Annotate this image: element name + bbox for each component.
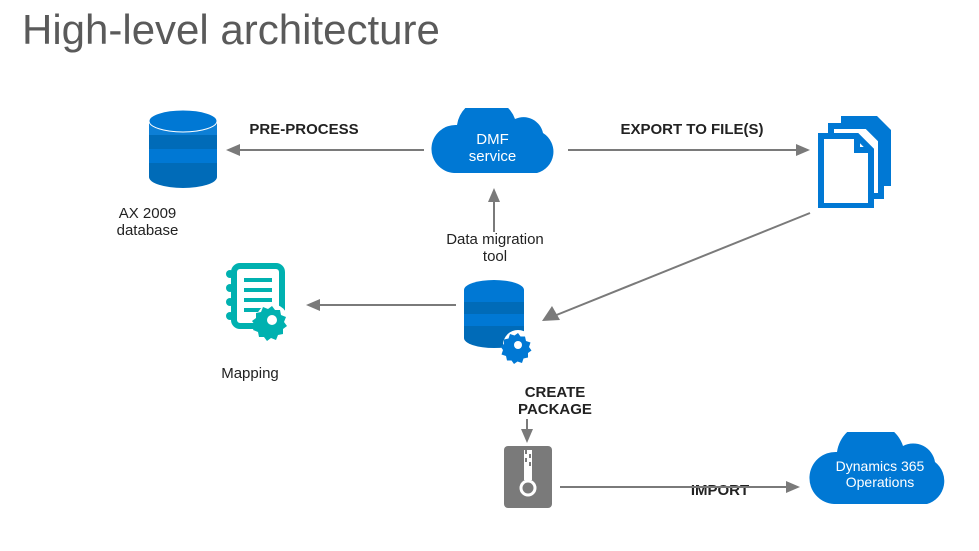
create-package-label: CREATE PACKAGE [505, 384, 605, 418]
arrow-preprocess [226, 143, 424, 162]
d365-label: Dynamics 365 Operations [820, 458, 940, 490]
dmf-label: DMF service [445, 131, 540, 166]
arrow-export [568, 143, 810, 162]
mapping-label: Mapping [200, 365, 300, 382]
migration-db-icon [458, 278, 543, 383]
arrow-dmt-up [487, 188, 501, 237]
ax2009-label: AX 2009 database [100, 205, 195, 239]
mapping-icon [224, 260, 304, 360]
arrow-mapping [306, 298, 456, 317]
files-icon [813, 108, 903, 213]
arrow-create-package [520, 419, 534, 448]
page-title: High-level architecture [22, 6, 440, 54]
database-icon [143, 108, 223, 203]
preprocess-label: PRE-PROCESS [244, 121, 364, 138]
export-label: EXPORT TO FILE(S) [612, 121, 772, 138]
arrow-import [560, 480, 800, 499]
package-icon [498, 442, 558, 519]
arrow-files-to-db [540, 208, 820, 333]
